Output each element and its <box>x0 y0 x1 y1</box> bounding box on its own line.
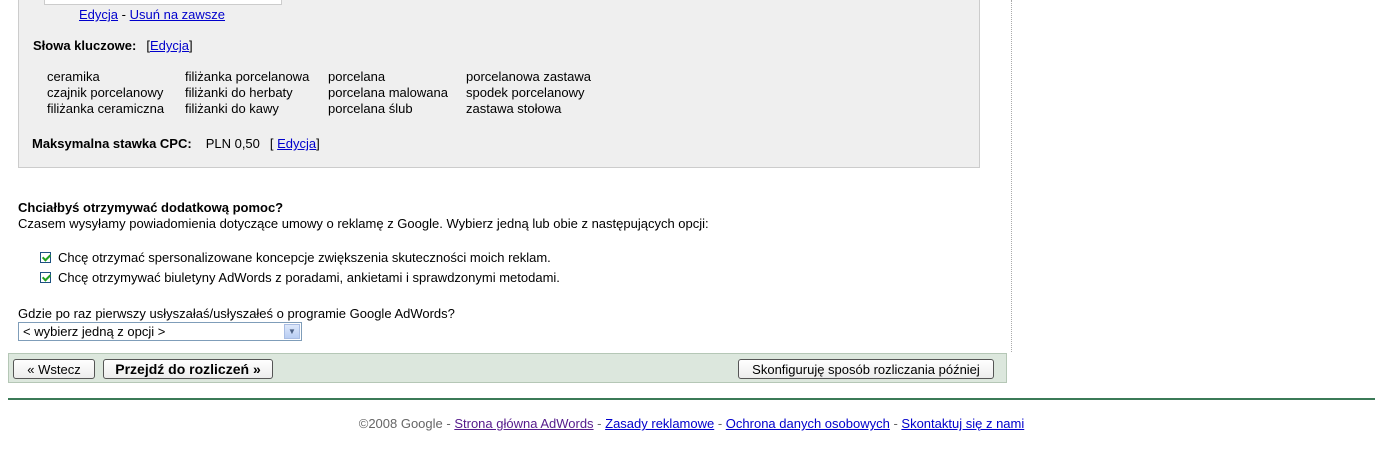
keyword: porcelanowa zastawa <box>466 69 592 84</box>
option-personalized-ideas[interactable]: Chcę otrzymać spersonalizowane koncepcje… <box>40 250 551 265</box>
option-label: Chcę otrzymywać biuletyny AdWords z pora… <box>58 270 560 285</box>
keyword: porcelana ślub <box>328 101 413 116</box>
footer-link-adwords-home[interactable]: Strona główna AdWords <box>454 416 593 431</box>
footer-separator: - <box>442 416 455 431</box>
ad-delete-link[interactable]: Usuń na zawsze <box>130 7 225 22</box>
source-select[interactable]: < wybierz jedną z opcji > ▼ <box>18 322 302 341</box>
ad-preview-box <box>44 0 282 5</box>
footer-link-contact[interactable]: Skontaktuj się z nami <box>901 416 1024 431</box>
chevron-down-icon[interactable]: ▼ <box>284 324 300 339</box>
footer: ©2008 Google - Strona główna AdWords - Z… <box>0 416 1383 431</box>
footer-separator: - <box>714 416 726 431</box>
footer-separator: - <box>889 416 902 431</box>
cpc-bracket-open: [ <box>269 136 274 151</box>
keyword-column: porcelana porcelana malowana porcelana ś… <box>328 69 466 117</box>
footer-link-privacy[interactable]: Ochrona danych osobowych <box>726 416 890 431</box>
continue-to-billing-button[interactable]: Przejdź do rozliczeń » <box>103 359 273 379</box>
keyword: porcelana malowana <box>328 85 448 100</box>
keywords-bracket-close: ] <box>188 38 193 53</box>
footer-link-ad-policy[interactable]: Zasady reklamowe <box>605 416 714 431</box>
help-title: Chciałbyś otrzymywać dodatkową pomoc? <box>18 200 284 215</box>
campaign-summary-panel: Edycja - Usuń na zawsze Słowa kluczowe:[… <box>18 0 980 168</box>
ad-preview-links: Edycja - Usuń na zawsze <box>79 7 225 22</box>
keyword-column: ceramika czajnik porcelanowy filiżanka c… <box>47 69 185 117</box>
action-bar: « Wstecz Przejdź do rozliczeń » Skonfigu… <box>8 353 1007 383</box>
keyword-column: porcelanowa zastawa spodek porcelanowy z… <box>466 69 606 117</box>
keyword-column: filiżanka porcelanowa filiżanki do herba… <box>185 69 328 117</box>
checkbox-checked-icon[interactable] <box>40 252 51 263</box>
keywords-grid: ceramika czajnik porcelanowy filiżanka c… <box>47 69 606 117</box>
help-description: Czasem wysyłamy powiadomienia dotyczące … <box>18 216 709 231</box>
source-question-label: Gdzie po raz pierwszy usłyszałaś/usłysza… <box>18 306 455 321</box>
max-cpc-label: Maksymalna stawka CPC: <box>32 136 192 151</box>
option-newsletters[interactable]: Chcę otrzymywać biuletyny AdWords z pora… <box>40 270 560 285</box>
keyword: ceramika <box>47 69 100 84</box>
back-button[interactable]: « Wstecz <box>13 359 95 379</box>
max-cpc-row: Maksymalna stawka CPC: PLN 0,50 [ Edycja] <box>32 136 320 151</box>
option-label: Chcę otrzymać spersonalizowane koncepcje… <box>58 250 551 265</box>
cpc-bracket-close: ] <box>316 136 320 151</box>
keyword: porcelana <box>328 69 386 84</box>
keyword: filiżanka ceramiczna <box>47 101 165 116</box>
keywords-header: Słowa kluczowe: [Edycja] <box>33 38 193 53</box>
keyword: czajnik porcelanowy <box>47 85 164 100</box>
checkbox-checked-icon[interactable] <box>40 272 51 283</box>
max-cpc-amount: PLN 0,50 <box>205 136 260 151</box>
cpc-edit-link[interactable]: Edycja <box>277 136 316 151</box>
footer-divider <box>8 398 1375 400</box>
ad-edit-link[interactable]: Edycja <box>79 7 118 22</box>
vertical-dotted-divider <box>1011 0 1012 352</box>
setup-billing-later-button[interactable]: Skonfiguruję sposób rozliczania później <box>738 359 994 379</box>
keyword: filiżanki do kawy <box>185 101 279 116</box>
ad-links-separator: - <box>121 7 126 22</box>
source-select-value: < wybierz jedną z opcji > <box>23 324 166 339</box>
keyword: filiżanka porcelanowa <box>185 69 310 84</box>
copyright: ©2008 Google <box>358 416 443 431</box>
keyword: zastawa stołowa <box>466 101 562 116</box>
keywords-label: Słowa kluczowe: <box>33 38 137 53</box>
footer-separator: - <box>593 416 606 431</box>
keyword: spodek porcelanowy <box>466 85 585 100</box>
keywords-edit-link[interactable]: Edycja <box>150 38 189 53</box>
keyword: filiżanki do herbaty <box>185 85 293 100</box>
